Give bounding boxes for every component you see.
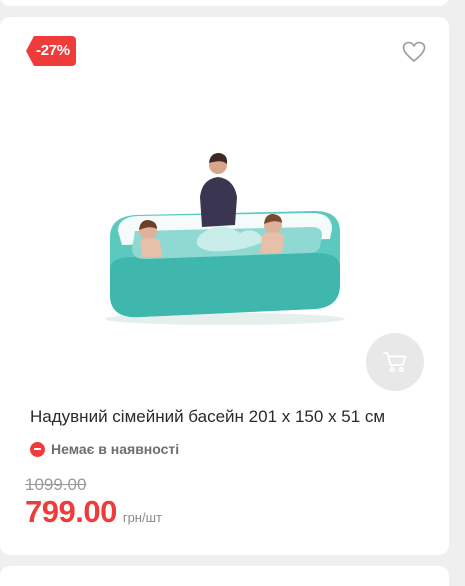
badge-notch <box>26 36 34 66</box>
product-title[interactable]: Надувний сімейний басейн 201 x 150 x 51 … <box>30 407 430 427</box>
favorite-button[interactable] <box>402 41 426 63</box>
heart-icon <box>402 41 426 62</box>
availability-text: Немає в наявності <box>51 441 180 457</box>
previous-card-edge <box>0 0 449 6</box>
cart-icon <box>383 352 407 373</box>
availability-status: Немає в наявності <box>30 441 179 457</box>
product-card[interactable]: -27% Надувний сімейний басейн 201 x 150 … <box>0 17 449 555</box>
old-price: 1099.00 <box>25 475 87 494</box>
discount-badge: -27% <box>26 36 76 66</box>
discount-badge-label: -27% <box>34 36 76 66</box>
product-image[interactable] <box>90 107 360 337</box>
child-right-body <box>260 232 284 253</box>
price-row: 799.00 грн/шт <box>25 494 162 530</box>
adult-body <box>200 177 237 227</box>
child-left-body <box>140 238 162 257</box>
next-card-edge <box>0 566 449 586</box>
pool-lower-ring <box>110 253 340 318</box>
minus-circle-icon <box>30 441 45 457</box>
add-to-cart-button[interactable] <box>366 333 424 391</box>
current-price: 799.00 <box>25 494 117 529</box>
currency-unit: грн/шт <box>122 510 162 525</box>
